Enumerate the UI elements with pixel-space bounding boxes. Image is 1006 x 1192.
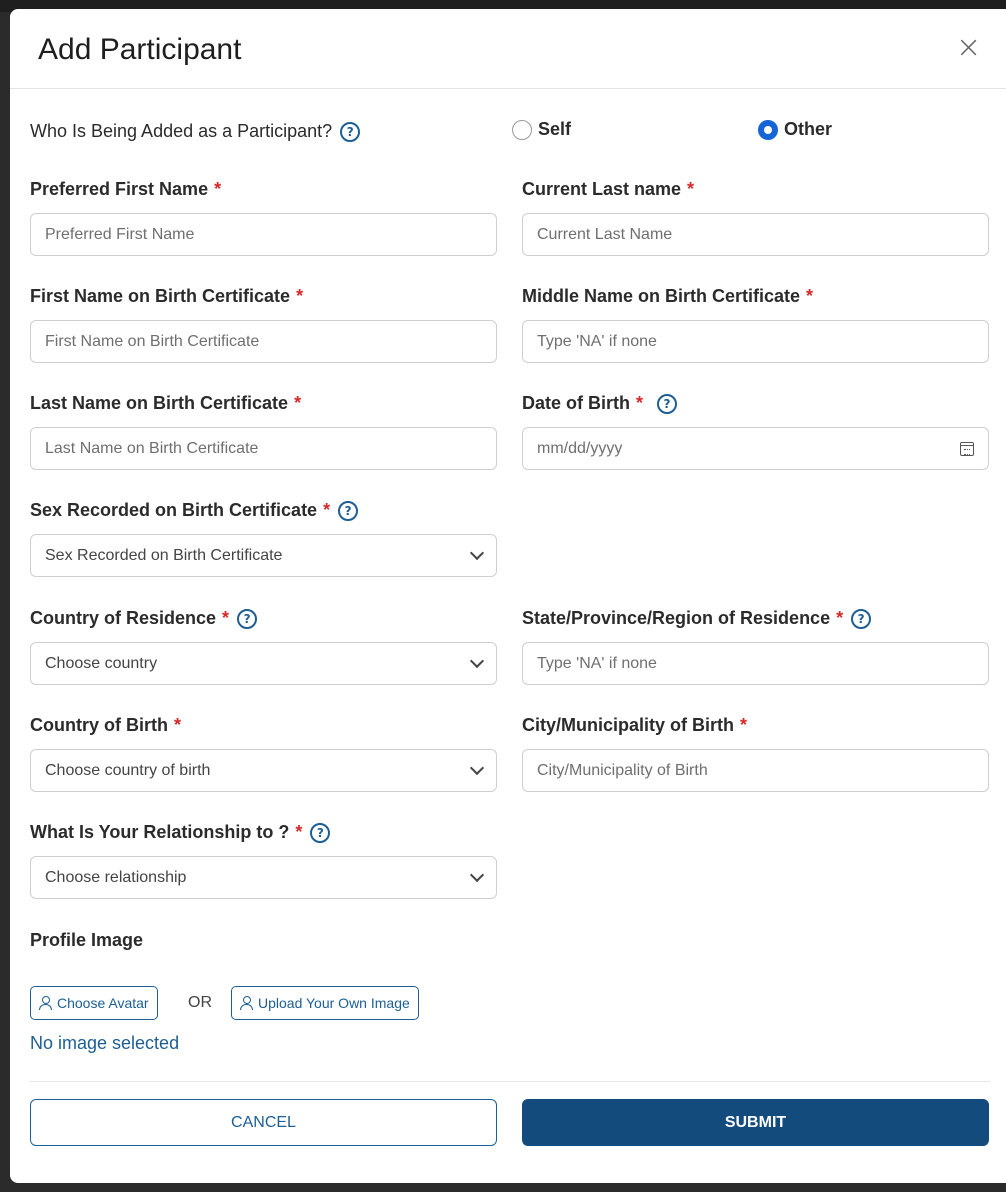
help-icon[interactable]: ? <box>338 500 359 521</box>
country-residence-label: Country of Residence * ? <box>30 608 258 629</box>
state-residence-input[interactable] <box>537 654 974 673</box>
submit-button[interactable]: SUBMIT <box>522 1099 989 1146</box>
relationship-label: What Is Your Relationship to ? * ? <box>30 822 331 843</box>
user-icon <box>240 996 254 1010</box>
radio-other-label: Other <box>784 119 833 139</box>
city-birth-input[interactable] <box>537 761 974 780</box>
country-birth-select[interactable]: Choose country of birth <box>30 749 497 792</box>
help-icon[interactable]: ? <box>237 608 258 629</box>
preferred-first-name-label: Preferred First Name * <box>30 179 221 200</box>
last-name-birth-field[interactable] <box>30 427 497 470</box>
first-name-birth-input[interactable] <box>45 332 482 351</box>
required-marker: * <box>636 393 644 413</box>
upload-image-label: Upload Your Own Image <box>258 995 410 1011</box>
required-marker: * <box>296 286 304 306</box>
select-value: Choose country of birth <box>45 761 211 779</box>
current-last-name-input[interactable] <box>537 225 974 244</box>
label-text: First Name on Birth Certificate <box>30 286 291 306</box>
chevron-down-icon <box>469 760 485 775</box>
add-participant-modal: Add Participant × Who Is Being Added as … <box>10 9 1006 1183</box>
sex-birth-select[interactable]: Sex Recorded on Birth Certificate <box>30 534 497 577</box>
cancel-button[interactable]: CANCEL <box>30 1099 497 1146</box>
footer-divider <box>30 1081 990 1082</box>
label-text: What Is Your Relationship to ? <box>30 822 290 842</box>
label-text: Last Name on Birth Certificate <box>30 393 289 413</box>
user-icon <box>39 996 53 1010</box>
required-marker: * <box>806 286 814 306</box>
date-of-birth-label: Date of Birth * ? <box>522 393 678 414</box>
label-text: Current Last name <box>522 179 682 199</box>
first-name-birth-label: First Name on Birth Certificate * <box>30 286 303 307</box>
chevron-down-icon <box>469 867 485 882</box>
last-name-birth-label: Last Name on Birth Certificate * <box>30 393 301 414</box>
country-residence-select[interactable]: Choose country <box>30 642 497 685</box>
choose-avatar-label: Choose Avatar <box>57 995 149 1011</box>
sex-birth-label: Sex Recorded on Birth Certificate * ? <box>30 500 359 521</box>
country-birth-label: Country of Birth * <box>30 715 181 736</box>
profile-image-label: Profile Image <box>30 930 144 950</box>
required-marker: * <box>173 715 181 735</box>
preferred-first-name-field[interactable] <box>30 213 497 256</box>
preferred-first-name-input[interactable] <box>45 225 482 244</box>
last-name-birth-input[interactable] <box>45 439 482 458</box>
participant-type-question: Who Is Being Added as a Participant? ? <box>30 121 361 142</box>
select-value: Choose country <box>45 654 158 672</box>
city-birth-label: City/Municipality of Birth * <box>522 715 747 736</box>
required-marker: * <box>222 608 230 628</box>
chevron-down-icon <box>469 653 485 668</box>
radio-self-label: Self <box>538 119 572 139</box>
middle-name-birth-input[interactable] <box>537 332 974 351</box>
required-marker: * <box>214 179 222 199</box>
help-icon[interactable]: ? <box>340 121 361 142</box>
middle-name-birth-field[interactable] <box>522 320 989 363</box>
label-text: Preferred First Name <box>30 179 209 199</box>
date-of-birth-input[interactable] <box>537 439 961 458</box>
choose-avatar-button[interactable]: Choose Avatar <box>30 986 158 1020</box>
upload-image-button[interactable]: Upload Your Own Image <box>231 986 419 1020</box>
required-marker: * <box>740 715 748 735</box>
state-residence-field[interactable] <box>522 642 989 685</box>
current-last-name-field[interactable] <box>522 213 989 256</box>
label-text: Sex Recorded on Birth Certificate <box>30 500 318 520</box>
chevron-down-icon <box>469 545 485 560</box>
image-status-text: No image selected <box>30 1033 180 1053</box>
calendar-icon[interactable] <box>960 441 974 456</box>
label-text: Country of Residence <box>30 608 217 628</box>
radio-button-unchecked[interactable] <box>512 119 532 140</box>
city-birth-field[interactable] <box>522 749 989 792</box>
label-text: Middle Name on Birth Certificate <box>522 286 801 306</box>
date-of-birth-field[interactable] <box>522 427 989 470</box>
required-marker: * <box>687 179 695 199</box>
select-value: Choose relationship <box>45 868 187 886</box>
relationship-select[interactable]: Choose relationship <box>30 856 497 899</box>
help-icon[interactable]: ? <box>310 822 331 843</box>
label-text: City/Municipality of Birth <box>522 715 735 735</box>
radio-self[interactable]: Self <box>512 119 571 140</box>
required-marker: * <box>295 822 303 842</box>
required-marker: * <box>323 500 331 520</box>
first-name-birth-field[interactable] <box>30 320 497 363</box>
current-last-name-label: Current Last name * <box>522 179 694 200</box>
middle-name-birth-label: Middle Name on Birth Certificate * <box>522 286 813 307</box>
required-marker: * <box>836 608 844 628</box>
participant-type-question-text: Who Is Being Added as a Participant? <box>30 121 333 141</box>
label-text: State/Province/Region of Residence <box>522 608 831 628</box>
modal-title: Add Participant <box>38 33 242 66</box>
label-text: Country of Birth <box>30 715 168 735</box>
state-residence-label: State/Province/Region of Residence * ? <box>522 608 872 629</box>
help-icon[interactable]: ? <box>851 608 872 629</box>
label-text: Date of Birth <box>522 393 630 413</box>
close-icon[interactable]: × <box>956 33 981 63</box>
select-value: Sex Recorded on Birth Certificate <box>45 546 283 564</box>
required-marker: * <box>294 393 302 413</box>
or-separator: OR <box>188 994 212 1011</box>
radio-button-checked[interactable] <box>758 119 778 140</box>
radio-other[interactable]: Other <box>758 119 832 140</box>
help-icon[interactable]: ? <box>657 393 678 414</box>
modal-header: Add Participant × <box>10 9 1006 89</box>
